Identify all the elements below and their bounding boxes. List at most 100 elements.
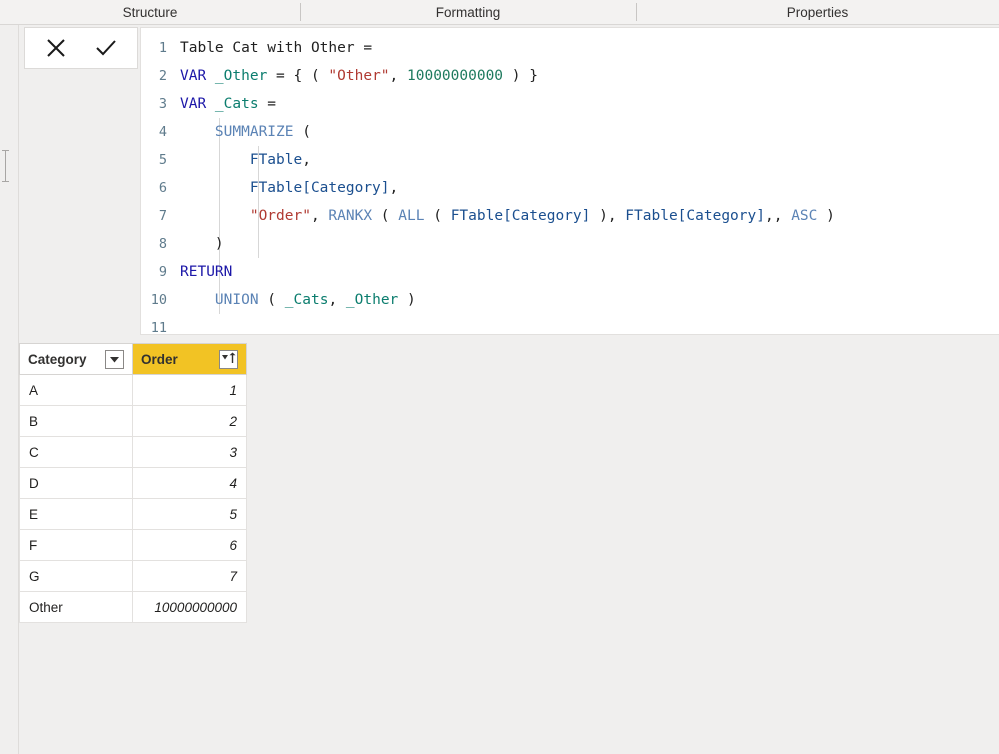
cell-category[interactable]: B — [19, 405, 133, 437]
line-number: 11 — [150, 320, 167, 335]
cell-order[interactable]: 6 — [132, 529, 247, 561]
line-number: 7 — [158, 208, 167, 224]
code-token: VAR — [180, 68, 215, 84]
cell-order[interactable]: 2 — [132, 405, 247, 437]
cancel-edit-button[interactable] — [34, 29, 78, 67]
editor-line: 4 SUMMARIZE ( — [141, 118, 999, 146]
code-token: ) — [398, 292, 416, 308]
tab-formatting[interactable]: Formatting — [300, 0, 636, 24]
tab-properties[interactable]: Properties — [636, 0, 999, 24]
code-token: = — [258, 96, 277, 112]
line-text: UNION ( _Cats, _Other ) — [180, 286, 416, 314]
cell-category[interactable]: C — [19, 436, 133, 468]
code-token: ( — [293, 124, 311, 140]
close-icon — [43, 35, 69, 61]
cell-category[interactable]: F — [19, 529, 133, 561]
editor-line: 8 ) — [141, 230, 999, 258]
cell-order[interactable]: 10000000000 — [132, 591, 247, 623]
cell-order[interactable]: 7 — [132, 560, 247, 592]
code-token: ( — [372, 208, 399, 224]
table-row[interactable]: D4 — [19, 467, 247, 499]
line-number: 2 — [158, 68, 167, 84]
cell-category[interactable]: A — [19, 374, 133, 406]
formula-commit-bar — [24, 27, 138, 69]
tab-structure[interactable]: Structure — [0, 0, 300, 24]
line-text: ) — [180, 230, 224, 258]
table-row[interactable]: G7 — [19, 560, 247, 592]
cell-category[interactable]: D — [19, 467, 133, 499]
line-number: 3 — [158, 96, 167, 112]
report-canvas-background — [19, 629, 999, 754]
cell-category[interactable]: E — [19, 498, 133, 530]
line-number: 8 — [158, 236, 167, 252]
editor-line: 6 FTable[Category], — [141, 174, 999, 202]
preview-result-table[interactable]: Category Order A 1 B 2 C 3 D 4 E 5 F 6 G… — [19, 343, 247, 623]
ribbon-tab-strip: Structure Formatting Properties — [0, 0, 999, 25]
table-row[interactable]: A1 — [19, 374, 247, 406]
code-token: ( — [258, 292, 285, 308]
cell-order[interactable]: 1 — [132, 374, 247, 406]
table-row[interactable]: B2 — [19, 405, 247, 437]
code-token: ) — [180, 236, 224, 252]
line-text: Table Cat with Other = — [180, 34, 372, 62]
code-token: ALL — [398, 208, 425, 224]
tab-properties-label: Properties — [786, 4, 849, 20]
code-token: RETURN — [180, 264, 233, 280]
dax-formula-editor[interactable]: 1 Table Cat with Other = 2 VAR _Other = { (… — [140, 27, 999, 335]
table-row[interactable]: E5 — [19, 498, 247, 530]
code-token: 10000000000 — [407, 68, 504, 84]
editor-line: 11 — [141, 314, 999, 335]
table-row[interactable]: F6 — [19, 529, 247, 561]
editor-line: 1 Table Cat with Other = — [141, 34, 999, 62]
chevron-down-icon — [109, 352, 120, 367]
table-row[interactable]: C3 — [19, 436, 247, 468]
panel-expander-handle[interactable] — [2, 150, 9, 182]
code-token: "Order" — [249, 208, 311, 224]
code-token: _Other — [345, 292, 399, 308]
line-number: 9 — [158, 264, 167, 280]
code-token: = { ( — [267, 68, 329, 84]
code-token: FTable[Category] — [625, 208, 765, 224]
tab-formatting-label: Formatting — [435, 4, 501, 20]
checkmark-icon — [92, 35, 120, 61]
cell-category[interactable]: G — [19, 560, 133, 592]
code-token: ) } — [503, 68, 538, 84]
cell-order[interactable]: 3 — [132, 436, 247, 468]
line-text: FTable, — [180, 146, 311, 174]
code-token: , — [389, 180, 399, 196]
code-token: , — [302, 152, 311, 168]
line-text: FTable[Category], — [180, 174, 398, 202]
code-token: , — [310, 208, 329, 224]
table-body: A 1 B 2 C 3 D 4 E 5 F 6 G 7 Other 10000000000 — [19, 374, 247, 623]
cell-order[interactable]: 5 — [132, 498, 247, 530]
code-token: UNION — [214, 292, 259, 308]
order-sort-filter-button[interactable] — [219, 349, 238, 369]
code-token: ( — [424, 208, 451, 224]
code-token: "Other" — [328, 68, 390, 84]
code-token: Table Cat with Other = — [180, 40, 373, 56]
cell-order[interactable]: 4 — [132, 467, 247, 499]
column-header-category[interactable]: Category — [19, 343, 133, 375]
line-text: SUMMARIZE ( — [180, 118, 311, 146]
cell-category[interactable]: Other — [19, 591, 133, 623]
code-token: , — [389, 68, 407, 84]
editor-line: 7 "Order", RANKX ( ALL ( FTable[Category… — [141, 202, 999, 230]
table-row[interactable]: Other 10000000000 — [19, 591, 247, 623]
left-rail — [0, 25, 18, 754]
line-number: 6 — [158, 180, 167, 196]
column-header-order[interactable]: Order — [132, 343, 247, 375]
line-number: 4 — [158, 124, 167, 140]
sort-ascending-icon — [221, 352, 237, 367]
code-token: _Cats — [214, 96, 259, 112]
line-number: 10 — [150, 292, 167, 308]
tab-structure-label: Structure — [122, 4, 178, 20]
editor-code-lines: 1 Table Cat with Other = 2 VAR _Other = { (… — [141, 34, 999, 335]
category-filter-button[interactable] — [105, 349, 124, 369]
line-text: VAR _Other = { ( "Other", 10000000000 ) … — [180, 62, 538, 90]
code-token: , — [328, 292, 346, 308]
confirm-edit-button[interactable] — [84, 29, 128, 67]
